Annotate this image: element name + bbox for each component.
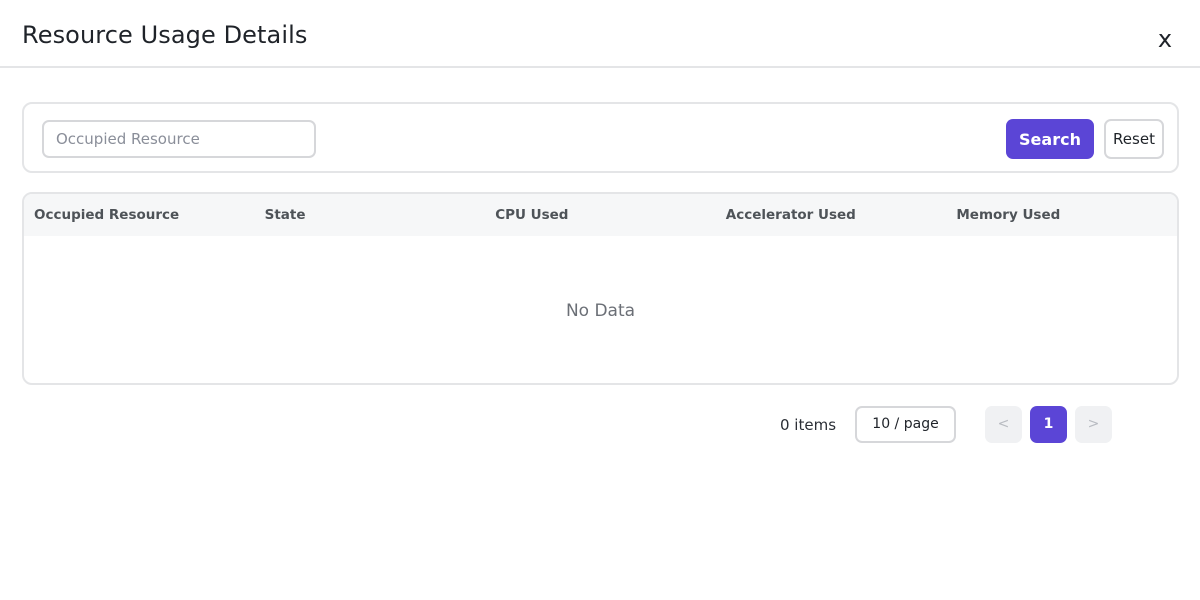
search-panel: Search Reset: [22, 102, 1179, 173]
column-header-cpu-used[interactable]: CPU Used: [485, 194, 716, 236]
table-header: Occupied Resource State CPU Used Acceler…: [24, 194, 1177, 236]
empty-text: No Data: [565, 300, 636, 321]
prev-page-button[interactable]: <: [985, 406, 1022, 443]
close-button[interactable]: x: [1153, 24, 1177, 54]
search-button[interactable]: Search: [1006, 119, 1094, 159]
reset-button[interactable]: Reset: [1104, 119, 1164, 159]
dialog-title: Resource Usage Details: [22, 21, 308, 49]
column-header-state[interactable]: State: [255, 194, 486, 236]
total-items-text: 0 items: [780, 416, 837, 434]
pagination: 0 items 10 / page < 1 >: [0, 406, 1200, 444]
resource-usage-table: Occupied Resource State CPU Used Acceler…: [22, 192, 1179, 385]
column-header-memory-used[interactable]: Memory Used: [946, 194, 1177, 236]
page-size-select[interactable]: 10 / page: [855, 406, 956, 443]
column-header-accelerator-used[interactable]: Accelerator Used: [716, 194, 947, 236]
next-page-button[interactable]: >: [1075, 406, 1112, 443]
page-1-button[interactable]: 1: [1030, 406, 1067, 443]
occupied-resource-search-input[interactable]: [42, 120, 316, 158]
dialog-header: Resource Usage Details x: [0, 0, 1200, 68]
column-header-occupied-resource[interactable]: Occupied Resource: [24, 194, 255, 236]
table-empty-state: No Data: [24, 236, 1177, 383]
